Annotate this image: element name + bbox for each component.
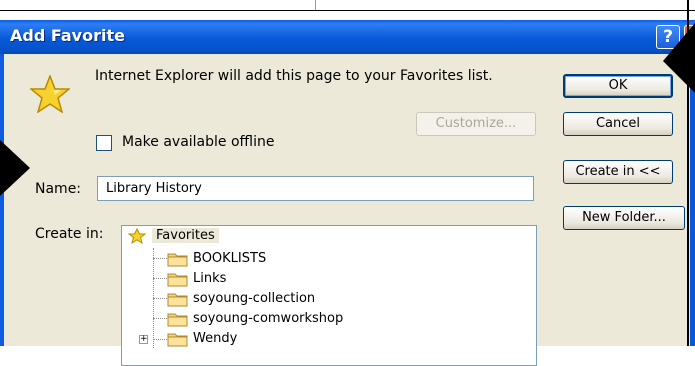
tree-line bbox=[153, 318, 167, 319]
tree-item-soyoung-comworkshop[interactable]: soyoung-comworkshop bbox=[167, 309, 343, 329]
tree-line bbox=[153, 339, 167, 340]
title-bar[interactable]: Add Favorite ? bbox=[0, 20, 695, 54]
tree-item-label: soyoung-comworkshop bbox=[193, 311, 344, 326]
star-icon bbox=[28, 73, 72, 114]
create-in-button[interactable]: Create in << bbox=[563, 160, 673, 184]
make-offline-label[interactable]: Make available offline bbox=[122, 134, 274, 150]
ok-button[interactable]: OK bbox=[563, 74, 673, 98]
tree-line bbox=[153, 278, 167, 279]
dialog-title: Add Favorite bbox=[10, 26, 125, 45]
folder-icon bbox=[167, 333, 188, 346]
folder-icon bbox=[167, 293, 188, 306]
tree-item-label: soyoung-collection bbox=[193, 291, 316, 306]
tree-item-wendy[interactable]: Wendy bbox=[167, 329, 237, 349]
tree-item-label: Links bbox=[193, 271, 227, 286]
tree-item-soyoung-collection[interactable]: soyoung-collection bbox=[167, 289, 315, 309]
name-label: Name: bbox=[35, 181, 82, 197]
window-border-right bbox=[690, 54, 695, 346]
customize-button[interactable]: Customize... bbox=[416, 112, 536, 136]
tree-item-links[interactable]: Links bbox=[167, 269, 226, 289]
dialog-message: Internet Explorer will add this page to … bbox=[95, 68, 493, 84]
arrow-pointer-icon bbox=[663, 23, 695, 93]
tree-item-label: Wendy bbox=[193, 331, 238, 346]
new-folder-button[interactable]: New Folder... bbox=[563, 206, 685, 230]
window-border-left bbox=[0, 54, 4, 346]
folder-icon bbox=[167, 313, 188, 326]
tree-item-favorites[interactable]: Favorites bbox=[126, 226, 219, 246]
name-input[interactable]: Library History bbox=[97, 176, 534, 201]
star-icon bbox=[127, 227, 147, 244]
make-offline-checkbox[interactable] bbox=[96, 135, 112, 151]
expand-plus-icon[interactable]: + bbox=[139, 335, 148, 344]
arrow-pointer-icon bbox=[0, 140, 30, 196]
tree-item-label: Favorites bbox=[152, 228, 219, 243]
add-favorite-dialog: Add Favorite ? Internet Explorer will ad… bbox=[0, 20, 695, 366]
cancel-button[interactable]: Cancel bbox=[563, 112, 673, 136]
tree-line bbox=[153, 298, 167, 299]
favorites-tree[interactable]: Favorites BOOKLISTS Links soyoung-collec… bbox=[121, 225, 537, 366]
screen-edge bbox=[687, 0, 689, 346]
create-in-label: Create in: bbox=[35, 226, 104, 242]
folder-icon bbox=[167, 273, 188, 286]
divider bbox=[0, 10, 695, 11]
tree-item-label: BOOKLISTS bbox=[193, 251, 267, 266]
folder-icon bbox=[167, 253, 188, 266]
address-bar-strip bbox=[0, 0, 695, 20]
tree-line bbox=[153, 258, 167, 259]
tree-item-booklists[interactable]: BOOKLISTS bbox=[167, 249, 266, 269]
